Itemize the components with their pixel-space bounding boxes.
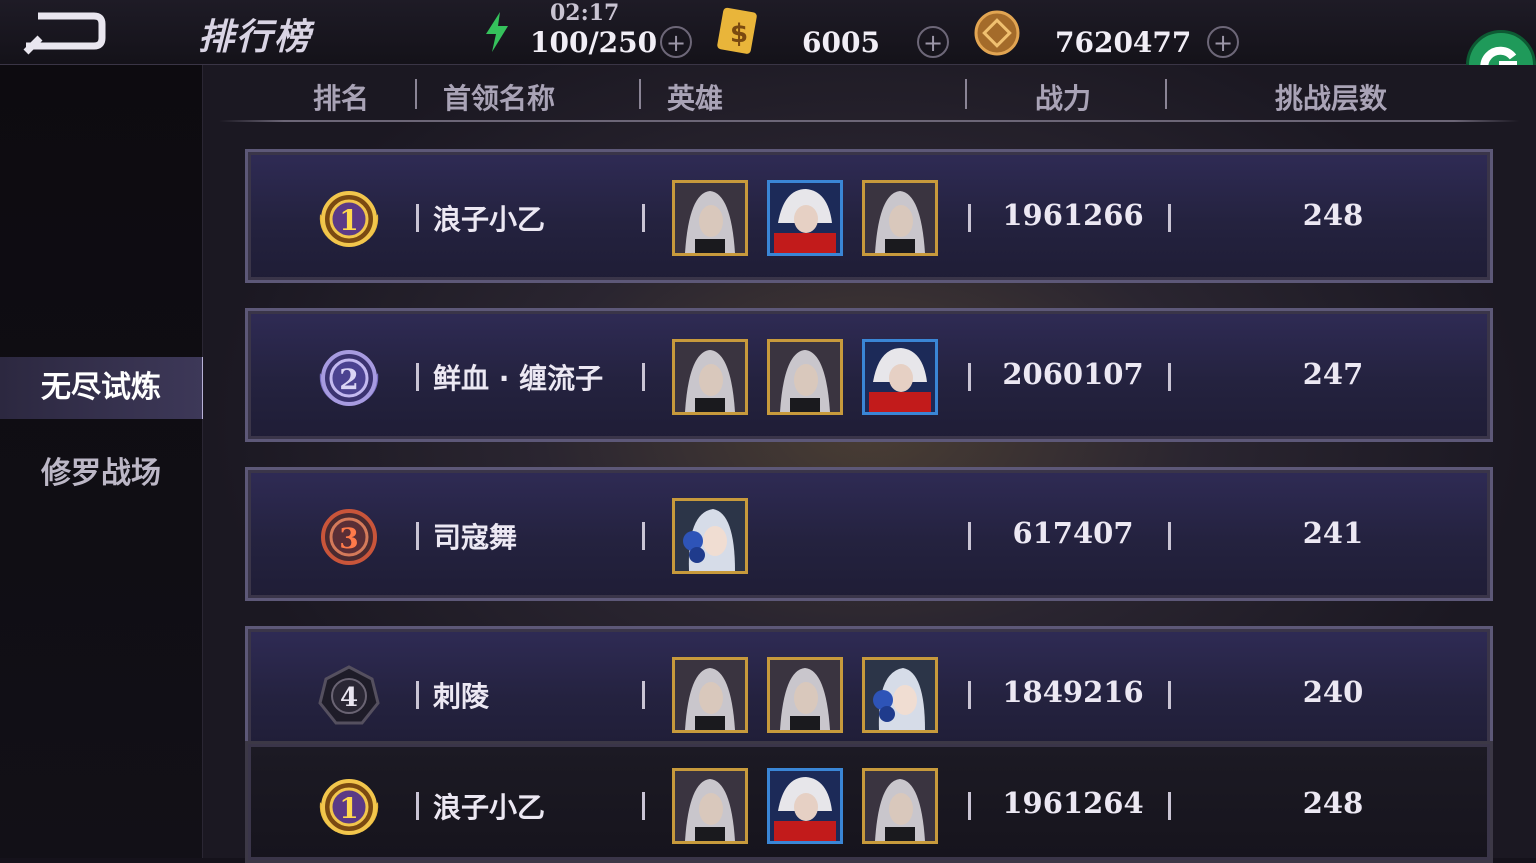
hero-portrait-red-scarf[interactable]: [767, 768, 843, 844]
floor-value: 240: [1302, 675, 1364, 709]
rank-number: 4: [340, 683, 358, 713]
table-header: 排名 首领名称 英雄 战力 挑战层数: [203, 65, 1536, 123]
add-ticket-button[interactable]: +: [917, 26, 949, 58]
table-row[interactable]: 2 鲜血 · 缠流子 2060107 247: [245, 308, 1493, 442]
hero-portrait-silver-hair[interactable]: [767, 339, 843, 415]
sidebar-item-endless-trial[interactable]: 无尽试炼: [0, 357, 206, 419]
sidebar: 无尽试炼 修罗战场: [0, 65, 206, 858]
leader-name: 浪子小乙: [433, 203, 546, 236]
ticket-value: 6005: [802, 26, 880, 59]
power-value: 2060107: [1002, 357, 1144, 391]
hero-portrait-red-scarf[interactable]: [862, 339, 938, 415]
hero-portrait-silver-hair[interactable]: [672, 768, 748, 844]
sidebar-item-asura-battlefield[interactable]: 修罗战场: [0, 443, 202, 505]
coin-value: 7620477: [1055, 26, 1192, 59]
hero-portrait-silver-hair[interactable]: [672, 657, 748, 733]
gold-medal-icon: 1: [319, 191, 379, 247]
column-header-leader-name: 首领名称: [443, 82, 556, 115]
floor-value: 241: [1302, 516, 1364, 550]
leader-name: 刺陵: [433, 680, 490, 713]
hero-portrait-blue-flower[interactable]: [672, 498, 748, 574]
ticket-icon: $: [717, 7, 757, 54]
power-value: 1849216: [1002, 675, 1144, 709]
hero-portrait-red-scarf[interactable]: [767, 180, 843, 256]
lightning-icon: [486, 12, 508, 52]
back-button[interactable]: [20, 8, 112, 58]
hero-portrait-blue-flower[interactable]: [862, 657, 938, 733]
leader-name: 浪子小乙: [433, 791, 546, 824]
rank-number: 2: [339, 363, 358, 396]
floor-value: 247: [1302, 357, 1364, 391]
power-value: 1961264: [1002, 786, 1144, 820]
clock-time: 02:17: [550, 0, 620, 26]
page-title: 排行榜: [198, 17, 313, 58]
gold-medal-icon: 1: [319, 779, 379, 835]
stamina-value: 100/250: [530, 26, 658, 59]
my-rank-row[interactable]: 1 浪子小乙 1961264 248: [245, 741, 1493, 863]
add-stamina-button[interactable]: +: [660, 26, 692, 58]
table-row[interactable]: 3 司寇舞 617407 241: [245, 467, 1493, 601]
hero-portrait-silver-hair[interactable]: [767, 657, 843, 733]
floor-value: 248: [1302, 198, 1364, 232]
table-row[interactable]: 1 浪子小乙 1961266 248: [245, 149, 1493, 283]
power-value: 1961266: [1002, 198, 1144, 232]
column-header-rank: 排名: [313, 82, 370, 115]
leader-name: 司寇舞: [433, 521, 518, 554]
column-header-power: 战力: [1035, 82, 1092, 115]
rank-emblem-icon: 4: [318, 665, 380, 725]
hero-portrait-silver-hair[interactable]: [672, 339, 748, 415]
power-value: 617407: [1012, 516, 1134, 550]
coin-icon: [974, 10, 1020, 56]
bronze-medal-icon: 3: [321, 509, 377, 565]
hero-portrait-silver-hair[interactable]: [862, 768, 938, 844]
column-header-floors: 挑战层数: [1275, 82, 1388, 115]
add-coin-button[interactable]: +: [1207, 26, 1239, 58]
leader-name: 鲜血 · 缠流子: [433, 362, 604, 395]
rank-number: 1: [339, 792, 358, 825]
hero-portrait-silver-hair[interactable]: [862, 180, 938, 256]
top-bar: 排行榜 02:17 100/250 + $ 6005 + 7620477 +: [0, 0, 1536, 65]
svg-text:$: $: [730, 19, 748, 49]
floor-value: 248: [1302, 786, 1364, 820]
hero-portrait-silver-hair[interactable]: [672, 180, 748, 256]
silver-medal-icon: 2: [319, 350, 379, 406]
rank-number: 1: [339, 204, 358, 237]
column-header-heroes: 英雄: [667, 82, 724, 115]
table-row[interactable]: 4 刺陵 1849216 240: [245, 626, 1493, 760]
ranking-panel: 排名 首领名称 英雄 战力 挑战层数 1 浪子小乙 1961266 248 2 …: [203, 65, 1536, 863]
back-arrow-icon: [23, 12, 106, 55]
rank-number: 3: [339, 522, 358, 555]
